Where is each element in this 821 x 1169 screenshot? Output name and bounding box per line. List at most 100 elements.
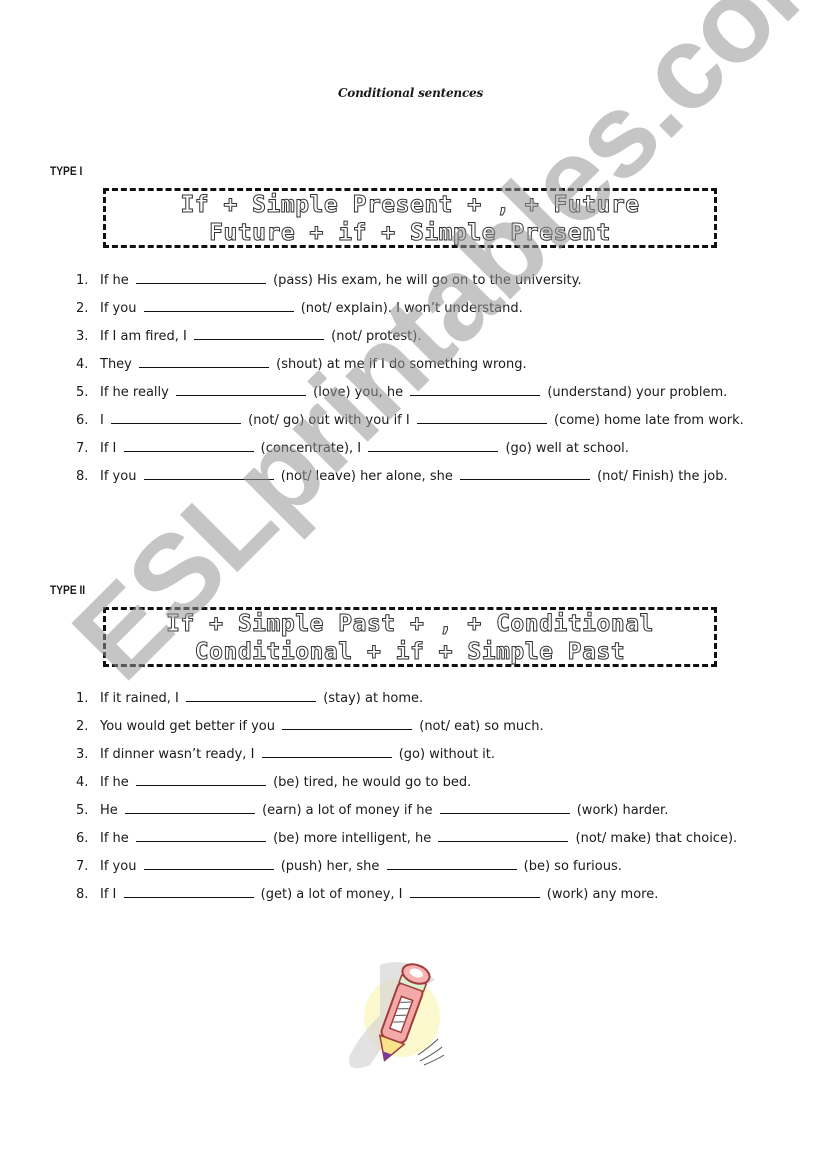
item-text: If I am fired, I: [100, 329, 187, 344]
exercise-item: 1. If he (pass) His exam, he will go on …: [70, 267, 778, 295]
item-number: 5.: [76, 803, 89, 818]
item-text: (get) a lot of money, I: [260, 887, 403, 902]
answer-blank[interactable]: [135, 269, 266, 284]
item-text: (go) well at school.: [505, 441, 629, 456]
item-text: (stay) at home.: [323, 691, 424, 706]
item-text: If you: [100, 301, 137, 316]
item-number: 7.: [76, 441, 89, 456]
formula-box-type-2: If + Simple Past + , + Conditional Condi…: [103, 607, 717, 667]
answer-blank[interactable]: [439, 799, 570, 814]
item-text: You would get better if you: [100, 719, 275, 734]
answer-blank[interactable]: [186, 687, 317, 702]
section-label-type-2: TYPE II: [50, 583, 86, 597]
exercise-item: 6. If he (be) more intelligent, he (not/…: [70, 825, 778, 853]
answer-blank[interactable]: [368, 437, 499, 452]
answer-blank[interactable]: [123, 883, 254, 898]
item-text: (pass) His exam, he will go on to the un…: [273, 273, 582, 288]
exercise-item: 3. If dinner wasn’t ready, I (go) withou…: [70, 741, 778, 769]
answer-blank[interactable]: [176, 381, 306, 396]
item-text: (come) home late from work.: [554, 413, 744, 428]
pencil-icon: [349, 962, 445, 1069]
answer-blank[interactable]: [143, 465, 274, 480]
worksheet-title: Conditional sentences: [337, 86, 484, 100]
answer-blank[interactable]: [261, 743, 392, 758]
item-text: (go) without it.: [398, 747, 496, 762]
answer-blank[interactable]: [135, 771, 266, 786]
answer-blank[interactable]: [410, 381, 541, 396]
item-text: If I: [100, 441, 117, 456]
exercise-item: 5. He (earn) a lot of money if he (work)…: [70, 797, 778, 825]
item-text: (not/ protest).: [331, 329, 422, 344]
answer-blank[interactable]: [110, 409, 241, 424]
item-text: (work) harder.: [576, 803, 669, 818]
item-number: 3.: [76, 747, 89, 762]
item-text: (not/ go) out with you if I: [248, 413, 410, 428]
item-text: (work) any more.: [546, 887, 659, 902]
item-text: If he really: [100, 385, 169, 400]
item-text: (be) more intelligent, he: [273, 831, 432, 846]
answer-blank[interactable]: [143, 855, 274, 870]
exercise-item: 7. If I (concentrate), I (go) well at sc…: [70, 435, 778, 463]
exercise-item: 1. If it rained, I (stay) at home.: [70, 685, 778, 713]
item-text: If I: [100, 887, 117, 902]
exercise-list-type-2: 1. If it rained, I (stay) at home. 2. Yo…: [70, 685, 778, 909]
item-number: 4.: [76, 357, 89, 372]
item-text: If he: [100, 273, 129, 288]
item-text: (be) tired, he would go to bed.: [273, 775, 472, 790]
exercise-item: 7. If you (push) her, she (be) so furiou…: [70, 853, 778, 881]
answer-blank[interactable]: [282, 715, 413, 730]
item-number: 8.: [76, 887, 89, 902]
formula-line: If + Simple Present + , + Future: [180, 192, 640, 219]
answer-blank[interactable]: [124, 799, 255, 814]
item-number: 5.: [76, 385, 89, 400]
exercise-item: 5. If he really (love) you, he (understa…: [70, 379, 778, 407]
item-text: (not/ Finish) the job.: [597, 469, 728, 484]
item-text: (earn) a lot of money if he: [262, 803, 433, 818]
item-text: If it rained, I: [100, 691, 179, 706]
item-number: 7.: [76, 859, 89, 874]
exercise-list-type-1: 1. If he (pass) His exam, he will go on …: [70, 267, 778, 491]
formula-box-type-1: If + Simple Present + , + Future Future …: [103, 188, 717, 248]
answer-blank[interactable]: [139, 353, 270, 368]
exercise-item: 6. I (not/ go) out with you if I (come) …: [70, 407, 778, 435]
item-number: 6.: [76, 413, 89, 428]
answer-blank[interactable]: [438, 827, 569, 842]
formula-line: Conditional + if + Simple Past: [194, 639, 626, 666]
exercise-item: 2. You would get better if you (not/ eat…: [70, 713, 778, 741]
item-text: If he: [100, 831, 129, 846]
answer-blank[interactable]: [459, 465, 590, 480]
exercise-item: 3. If I am fired, I (not/ protest).: [70, 323, 778, 351]
answer-blank[interactable]: [123, 437, 254, 452]
item-text: They: [100, 357, 132, 372]
exercise-item: 4. They (shout) at me if I do something …: [70, 351, 778, 379]
item-text: (shout) at me if I do something wrong.: [276, 357, 527, 372]
item-text: (love) you, he: [313, 385, 404, 400]
item-text: I: [100, 413, 104, 428]
item-text: (not/ explain). I won’t understand.: [300, 301, 523, 316]
answer-blank[interactable]: [416, 409, 547, 424]
item-text: (concentrate), I: [260, 441, 362, 456]
formula-line: Future + if + Simple Present: [209, 220, 611, 247]
answer-blank[interactable]: [194, 325, 325, 340]
item-text: (be) so furious.: [523, 859, 622, 874]
item-text: (not/ leave) her alone, she: [280, 469, 453, 484]
answer-blank[interactable]: [143, 297, 294, 312]
section-label-type-1: TYPE I: [50, 164, 83, 178]
exercise-item: 8. If I (get) a lot of money, I (work) a…: [70, 881, 778, 909]
answer-blank[interactable]: [386, 855, 517, 870]
exercise-item: 4. If he (be) tired, he would go to bed.: [70, 769, 778, 797]
formula-line: If + Simple Past + , + Conditional: [166, 611, 654, 638]
item-text: (understand) your problem.: [547, 385, 728, 400]
item-number: 4.: [76, 775, 89, 790]
item-text: If you: [100, 469, 137, 484]
answer-blank[interactable]: [135, 827, 266, 842]
item-text: If dinner wasn’t ready, I: [100, 747, 255, 762]
answer-blank[interactable]: [409, 883, 540, 898]
item-text: If you: [100, 859, 137, 874]
worksheet-page: Conditional sentences TYPE I If + Simple…: [0, 0, 821, 1169]
item-text: He: [100, 803, 118, 818]
item-number: 3.: [76, 329, 89, 344]
item-number: 8.: [76, 469, 89, 484]
item-number: 6.: [76, 831, 89, 846]
exercise-item: 2. If you (not/ explain). I won’t unders…: [70, 295, 778, 323]
